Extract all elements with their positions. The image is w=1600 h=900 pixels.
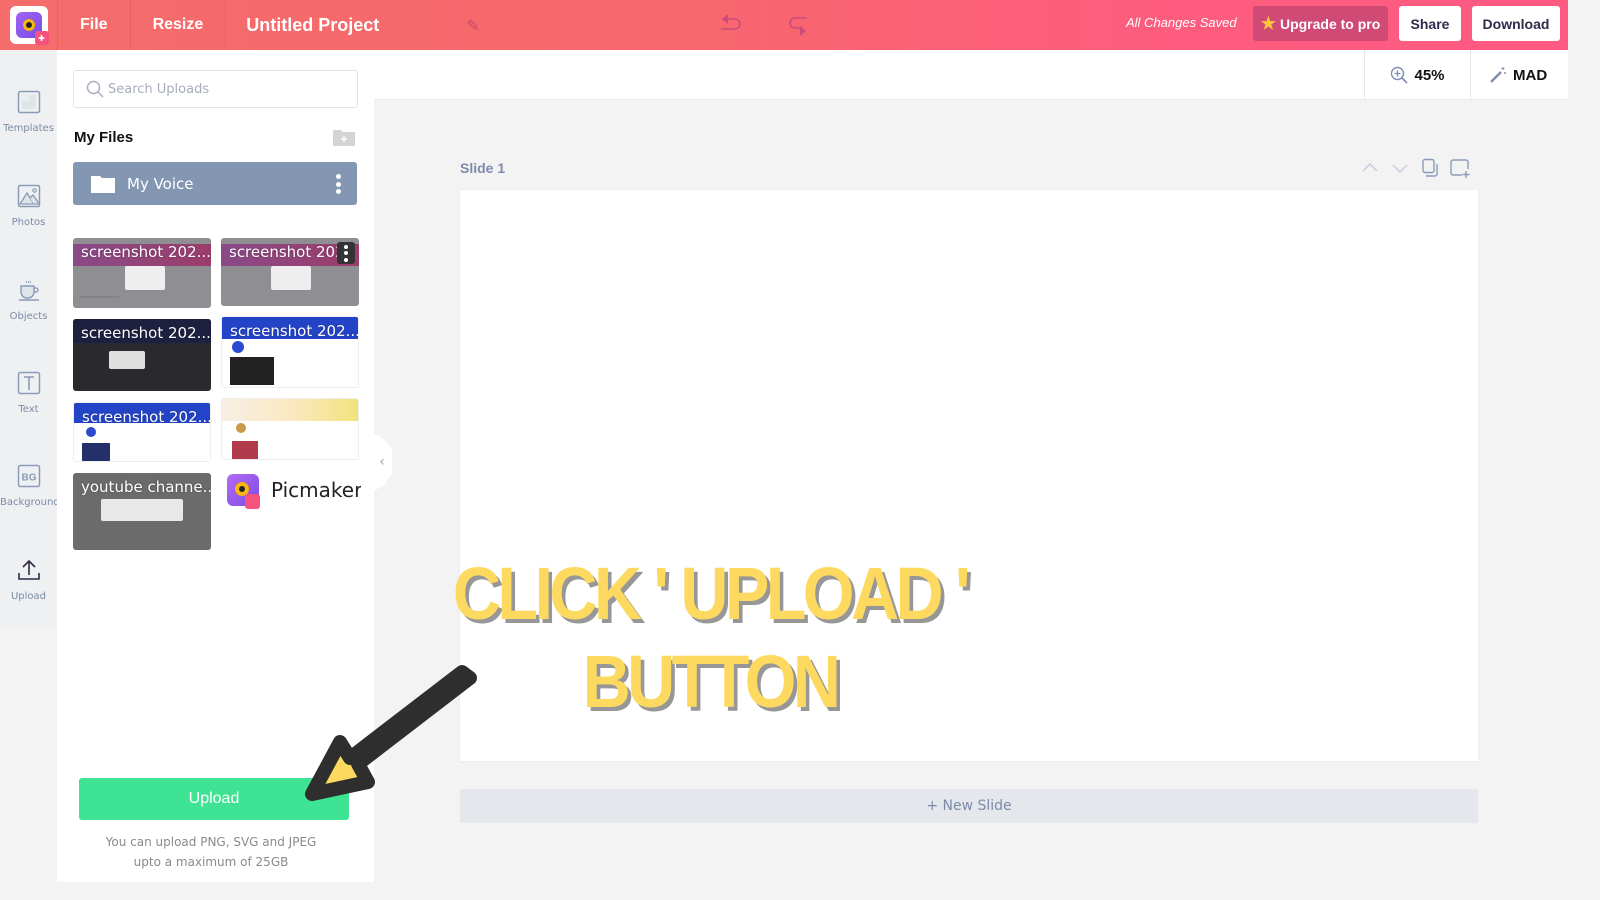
upload-thumbnail[interactable]: screenshot 202 <box>221 238 359 306</box>
upload-thumbnail[interactable]: screenshot 202... <box>221 316 359 388</box>
zoom-level: 45% <box>1414 66 1445 84</box>
add-slide-icon[interactable] <box>1450 158 1470 178</box>
duplicate-slide-icon[interactable] <box>1420 158 1440 178</box>
upload-icon <box>17 559 40 580</box>
annotation-line: CLICK ' UPLOAD ' <box>452 552 971 635</box>
thumbnail-label: youtube channe... <box>81 478 211 496</box>
project-title[interactable]: Untitled Project <box>226 15 466 36</box>
download-button[interactable]: Download <box>1472 6 1560 41</box>
rail-label: Upload <box>10 591 47 602</box>
thumbnail-label: screenshot 202... <box>230 322 359 340</box>
rail-label: Background <box>0 497 60 508</box>
rail-label: Photos <box>11 217 46 228</box>
chevron-left-icon: ‹ <box>379 454 385 470</box>
collapse-panel-button[interactable]: ‹ <box>372 432 392 492</box>
canvas-toolbar: 45% MAD <box>374 50 1568 100</box>
tutorial-annotation: CLICK ' UPLOAD ' BUTTON <box>413 550 1007 726</box>
templates-icon <box>17 90 40 114</box>
bg-icon: BG <box>17 464 40 488</box>
save-status: All Changes Saved <box>1126 15 1237 30</box>
search-placeholder: Search Uploads <box>108 81 210 97</box>
rail-item-upload[interactable]: Upload <box>0 558 57 602</box>
thumbnail-label: screenshot 202... <box>82 408 211 426</box>
rail-item-text[interactable]: Text <box>0 371 57 415</box>
rail-item-background[interactable]: BG Background <box>0 464 60 508</box>
new-slide-button[interactable]: + New Slide <box>460 789 1478 823</box>
upload-note-line: You can upload PNG, SVG and JPEG <box>105 835 317 849</box>
folder-icon <box>91 175 115 193</box>
undo-icon[interactable] <box>712 8 746 42</box>
rail-item-objects[interactable]: Objects <box>0 278 57 322</box>
zoom-in-icon <box>1391 66 1409 84</box>
upload-note-line: upto a maximum of 25GB <box>133 855 289 869</box>
upload-thumbnail[interactable] <box>221 398 359 460</box>
picmaker-wordmark: Picmaker <box>271 478 361 502</box>
upgrade-label: Upgrade to pro <box>1279 15 1381 32</box>
upload-thumbnail[interactable]: screenshot 202... <box>73 238 211 308</box>
star-icon: ★ <box>1260 13 1276 33</box>
folder-more-icon[interactable] <box>335 174 341 194</box>
resize-menu-button[interactable]: Resize <box>131 0 227 50</box>
folder-my-voice[interactable]: My Voice <box>73 162 357 205</box>
thumbnail-label: screenshot 202... <box>81 243 211 261</box>
upgrade-button[interactable]: ★ Upgrade to pro <box>1253 6 1388 41</box>
thumbnail-label: screenshot 202 <box>229 243 345 261</box>
picmaker-logo-icon: ✚ <box>9 6 49 45</box>
annotation-line: BUTTON <box>582 640 841 723</box>
left-rail: Templates Photos Objects Text BG Backgro… <box>0 50 60 882</box>
app-logo[interactable]: ✚ <box>0 0 58 50</box>
redo-icon[interactable] <box>782 8 816 42</box>
search-icon <box>86 80 104 98</box>
upload-thumbnail[interactable]: screenshot 202... <box>73 402 211 462</box>
upload-thumbnail[interactable]: Picmaker <box>223 470 361 514</box>
rail-label: Objects <box>9 311 48 322</box>
my-files-heading: My Files <box>74 129 134 146</box>
move-slide-up-icon[interactable] <box>1360 158 1380 178</box>
file-menu-button[interactable]: File <box>58 0 131 50</box>
magic-label: MAD <box>1513 66 1548 84</box>
cup-icon <box>18 280 39 301</box>
top-bar: ✚ File Resize Untitled Project ✎ All Cha… <box>0 0 1568 50</box>
svg-text:BG: BG <box>21 473 36 484</box>
photos-icon <box>17 184 40 208</box>
upload-thumbnail[interactable]: screenshot 202... <box>73 319 211 391</box>
zoom-control[interactable]: 45% <box>1364 50 1471 100</box>
edit-title-pencil-icon[interactable]: ✎ <box>466 16 479 35</box>
share-button[interactable]: Share <box>1399 6 1461 41</box>
magic-button[interactable]: MAD <box>1489 50 1547 100</box>
move-slide-down-icon[interactable] <box>1390 158 1410 178</box>
thumbnail-more-icon[interactable] <box>337 242 355 264</box>
new-folder-icon[interactable] <box>333 128 355 146</box>
text-icon <box>17 371 40 395</box>
folder-name: My Voice <box>127 174 194 193</box>
upload-thumbnail[interactable]: youtube channe... <box>73 473 211 550</box>
rail-item-templates[interactable]: Templates <box>0 90 57 134</box>
upload-note: You can upload PNG, SVG and JPEG upto a … <box>79 832 343 872</box>
pointer-arrow-icon <box>305 665 477 801</box>
slide-tools <box>1360 158 1470 178</box>
magic-wand-icon <box>1490 67 1506 83</box>
thumbnail-label: screenshot 202... <box>81 324 211 342</box>
rail-label: Templates <box>3 123 54 134</box>
search-uploads-input[interactable]: Search Uploads <box>73 70 358 108</box>
slide-label: Slide 1 <box>460 160 506 176</box>
rail-item-photos[interactable]: Photos <box>0 184 57 228</box>
rail-label: Text <box>18 404 39 415</box>
